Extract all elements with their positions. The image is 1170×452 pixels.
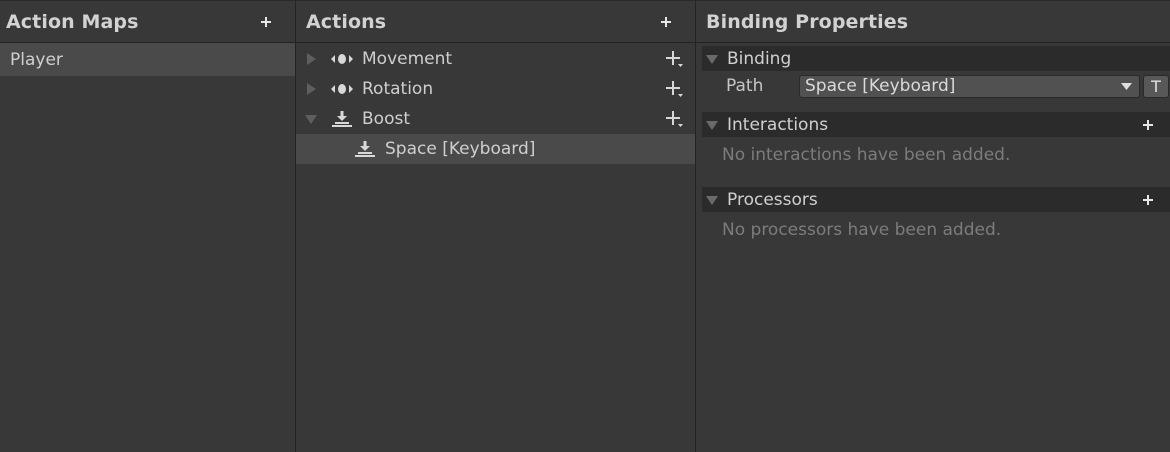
interactions-section-header[interactable]: Interactions [702,112,1170,137]
plus-icon [661,16,671,27]
add-binding-icon [666,111,683,127]
plus-icon [1143,119,1153,130]
binding-properties-header: Binding Properties [696,0,1170,43]
add-binding-icon [666,51,683,67]
actions-header: Actions [296,0,695,43]
add-action-button[interactable] [655,11,677,33]
processors-section-header[interactable]: Processors [702,187,1170,212]
binding-row-space-keyboard[interactable]: Space [Keyboard] [296,134,695,164]
add-processor-button[interactable] [1140,192,1156,208]
binding-label: Space [Keyboard] [385,139,536,159]
actions-pane: Actions Movement Rotation Boost Space [K… [296,0,696,452]
foldout-collapsed-icon[interactable] [305,83,317,95]
action-row-boost[interactable]: Boost [296,104,695,134]
action-maps-header: Action Maps [0,0,295,43]
interactions-empty-message: No interactions have been added. [722,145,1011,165]
binding-section-label: Binding [727,48,792,69]
add-action-map-button[interactable] [255,11,277,33]
action-maps-pane: Action Maps Player [0,0,296,452]
text-mode-toggle-button[interactable]: T [1143,74,1169,98]
action-map-label: Player [10,49,63,70]
action-maps-title: Action Maps [6,10,139,33]
action-map-item-player[interactable]: Player [0,43,295,76]
foldout-expanded-icon[interactable] [706,119,718,131]
foldout-expanded-icon[interactable] [706,53,718,65]
input-actions-editor: Action Maps Player Actions Movement Rota… [0,0,1170,452]
binding-section-header[interactable]: Binding [702,46,1170,71]
path-value: Space [Keyboard] [805,76,956,96]
plus-icon [1143,194,1153,205]
binding-properties-title: Binding Properties [706,10,909,33]
action-label: Rotation [362,79,434,99]
foldout-collapsed-icon[interactable] [305,53,317,65]
value-action-icon [331,51,353,67]
action-label: Movement [362,49,453,69]
add-binding-icon [666,81,683,97]
actions-title: Actions [306,10,387,33]
dropdown-arrow-icon [1118,82,1134,90]
add-binding-button[interactable] [665,79,685,99]
action-row-movement[interactable]: Movement [296,44,695,74]
path-label: Path [726,76,764,96]
value-action-icon [331,81,353,97]
button-action-icon [331,111,353,127]
add-binding-button[interactable] [665,49,685,69]
processors-empty-message: No processors have been added. [722,220,1002,240]
action-label: Boost [362,109,410,129]
binding-properties-pane: Binding Properties Binding Path Space [K… [696,0,1170,452]
foldout-expanded-icon[interactable] [305,113,317,125]
processors-section-label: Processors [727,189,818,210]
add-interaction-button[interactable] [1140,117,1156,133]
action-row-rotation[interactable]: Rotation [296,74,695,104]
path-dropdown[interactable]: Space [Keyboard] [799,74,1140,98]
path-row: Path Space [Keyboard] T [696,71,1170,101]
foldout-expanded-icon[interactable] [706,194,718,206]
plus-icon [261,16,271,27]
button-action-icon [354,141,376,157]
interactions-section-label: Interactions [727,114,829,135]
add-binding-button[interactable] [665,109,685,129]
